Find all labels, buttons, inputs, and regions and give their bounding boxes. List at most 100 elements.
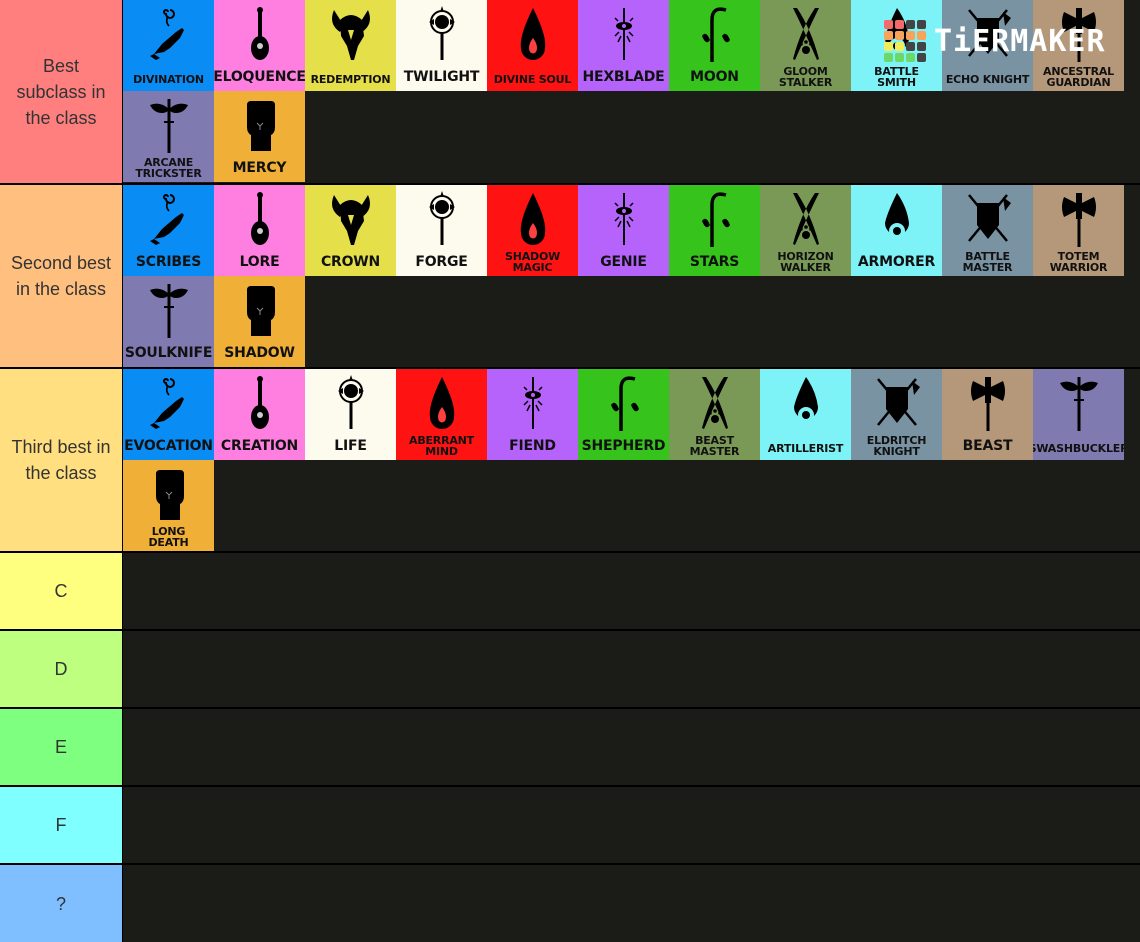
tier-item-tile[interactable]: FORGE [396, 185, 487, 276]
sickle-leaves-icon [690, 6, 740, 64]
tier-item-name: LIFE [334, 438, 367, 454]
tier-label[interactable]: C [0, 553, 123, 629]
tier-item-tile[interactable]: ELOQUENCE [214, 0, 305, 91]
tier-item-tile[interactable]: FIEND [487, 369, 578, 460]
crossed-blades-paw-icon [690, 375, 740, 433]
tier-item-tile[interactable]: BATTLE MASTER [942, 185, 1033, 276]
tier-label[interactable]: D [0, 631, 123, 707]
tier-item-tile[interactable]: HEXBLADE [578, 0, 669, 91]
tier-item-tile[interactable]: SCRIBES [123, 185, 214, 276]
tier-item-name: ELDRITCH KNIGHT [866, 434, 927, 458]
tier-label[interactable]: E [0, 709, 123, 785]
tier-item-tile[interactable]: STARS [669, 185, 760, 276]
crossed-blades-paw-icon [781, 6, 831, 64]
tier-item-name: CREATION [220, 438, 299, 454]
tier-item-tile[interactable]: TWILIGHT [396, 0, 487, 91]
tier-label[interactable]: Best subclass in the class [0, 0, 123, 183]
tier-row: Second best in the class SCRIBES LORE CROWN… [0, 185, 1140, 367]
tier-item-tile[interactable]: BEAST MASTER [669, 369, 760, 460]
tier-items-dropzone[interactable]: EVOCATION CREATION LIFE ABERRANT MIND FIEND S… [123, 369, 1140, 551]
tier-items-dropzone[interactable] [123, 553, 1140, 629]
mask-dagger-icon [144, 282, 194, 340]
tier-item-tile[interactable]: DIVINE SOUL [487, 0, 578, 91]
tier-item-name: ARCANE TRICKSTER [135, 156, 202, 180]
tier-item-tile[interactable]: GENIE [578, 185, 669, 276]
tier-item-tile[interactable]: SOULKNIFE [123, 276, 214, 367]
tier-item-name: ARTILLERIST [767, 442, 844, 455]
tier-item-name: BEAST MASTER [689, 434, 740, 458]
tier-item-tile[interactable]: ARCANE TRICKSTER [123, 91, 214, 182]
tier-item-tile[interactable]: GLOOM STALKER [760, 0, 851, 91]
shield-sword-axe-icon [872, 375, 922, 433]
tier-label[interactable]: F [0, 787, 123, 863]
tier-row: F [0, 787, 1140, 863]
tier-item-tile[interactable]: ELDRITCH KNIGHT [851, 369, 942, 460]
tier-item-tile[interactable]: TOTEM WARRIOR [1033, 185, 1124, 276]
fist-icon [144, 466, 194, 524]
tier-item-name: SWASHBUCKLER [1033, 442, 1124, 455]
tier-item-tile[interactable]: CROWN [305, 185, 396, 276]
logo-grid-icon [884, 20, 926, 62]
tier-item-tile[interactable]: DIVINATION [123, 0, 214, 91]
tier-items-dropzone[interactable] [123, 787, 1140, 863]
logo-grid-cell [917, 31, 926, 40]
tier-item-name: HEXBLADE [582, 69, 665, 85]
tier-item-tile[interactable]: LIFE [305, 369, 396, 460]
tier-item-tile[interactable]: LORE [214, 185, 305, 276]
logo-grid-cell [884, 31, 893, 40]
tier-row: D [0, 631, 1140, 707]
tier-item-name: DIVINATION [133, 73, 204, 86]
tier-item-tile[interactable]: BEAST [942, 369, 1033, 460]
tier-item-tile[interactable]: MOON [669, 0, 760, 91]
tier-label[interactable]: Second best in the class [0, 185, 123, 367]
sickle-leaves-icon [690, 191, 740, 249]
logo-grid-cell [895, 20, 904, 29]
tier-item-name: ANCESTRAL GUARDIAN [1043, 65, 1114, 89]
tier-item-tile[interactable]: REDEMPTION [305, 0, 396, 91]
tier-item-name: ECHO KNIGHT [945, 73, 1030, 86]
tier-item-tile[interactable]: SHADOW [214, 276, 305, 367]
tier-row: E [0, 709, 1140, 785]
winged-helm-icon [326, 191, 376, 249]
double-axe-icon [963, 375, 1013, 433]
tiermaker-logo: TiERMAKER [884, 20, 1106, 62]
tier-item-name: SHADOW MAGIC [504, 250, 561, 274]
logo-grid-cell [917, 42, 926, 51]
tier-item-name: SCRIBES [135, 254, 202, 270]
tier-item-tile[interactable]: LONG DEATH [123, 460, 214, 551]
flame-drop-icon [417, 375, 467, 433]
flame-drop-icon [508, 191, 558, 249]
logo-grid-cell [895, 53, 904, 62]
tier-row: Third best in the class EVOCATION CREATION… [0, 369, 1140, 551]
tier-item-tile[interactable]: SWASHBUCKLER [1033, 369, 1124, 460]
tier-item-name: BATTLE MASTER [962, 250, 1013, 274]
flame-drop-icon [508, 6, 558, 64]
tier-item-tile[interactable]: ABERRANT MIND [396, 369, 487, 460]
hand-swirl-icon [144, 6, 194, 64]
lute-icon [235, 191, 285, 249]
tier-item-tile[interactable]: EVOCATION [123, 369, 214, 460]
tier-item-tile[interactable]: MERCY [214, 91, 305, 182]
tier-item-tile[interactable]: ARTILLERIST [760, 369, 851, 460]
tier-items-dropzone[interactable]: SCRIBES LORE CROWN FORGE SHADOW MAGIC GENIE ST… [123, 185, 1140, 367]
tier-item-tile[interactable]: ARMORER [851, 185, 942, 276]
sun-mace-icon [417, 6, 467, 64]
crossed-blades-paw-icon [781, 191, 831, 249]
tier-label[interactable]: ? [0, 865, 123, 942]
tier-label[interactable]: Third best in the class [0, 369, 123, 551]
mask-dagger-icon [1054, 375, 1104, 433]
tier-item-tile[interactable]: HORIZON WALKER [760, 185, 851, 276]
tier-item-name: REDEMPTION [310, 73, 391, 86]
tier-item-tile[interactable]: SHEPHERD [578, 369, 669, 460]
tier-row: ? [0, 865, 1140, 942]
tier-items-dropzone[interactable] [123, 631, 1140, 707]
tier-items-dropzone[interactable] [123, 865, 1140, 942]
mask-dagger-icon [144, 97, 194, 155]
logo-grid-cell [906, 20, 915, 29]
tier-item-tile[interactable]: SHADOW MAGIC [487, 185, 578, 276]
logo-grid-cell [895, 42, 904, 51]
sun-mace-icon [417, 191, 467, 249]
winged-helm-icon [326, 6, 376, 64]
tier-item-tile[interactable]: CREATION [214, 369, 305, 460]
tier-items-dropzone[interactable] [123, 709, 1140, 785]
